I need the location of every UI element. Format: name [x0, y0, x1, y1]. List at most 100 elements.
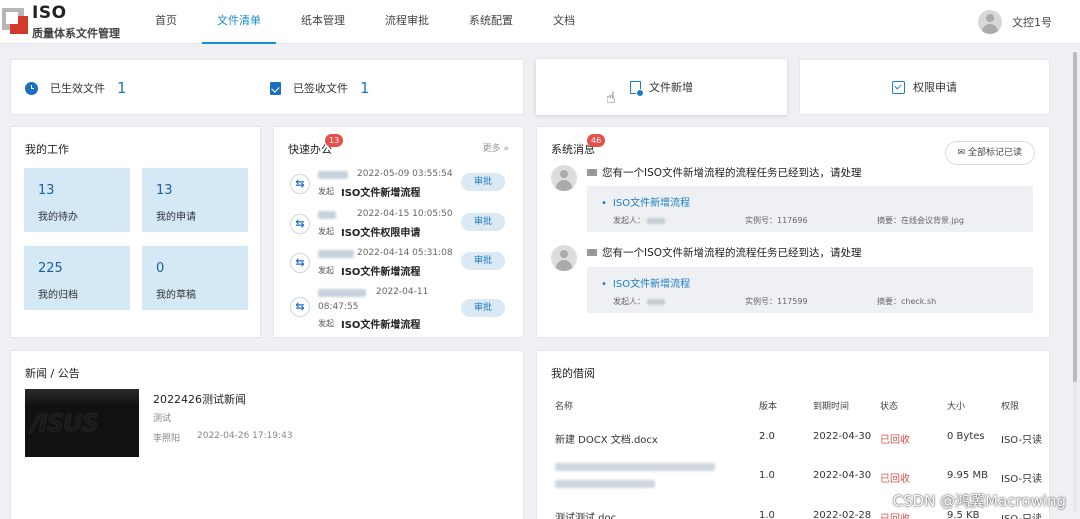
my-work-panel: 我的工作 13 我的待办 13 我的申请 225 我的归档 0 我的草稿	[10, 126, 261, 338]
file-add-label: 文件新增	[649, 81, 693, 94]
iso-logo-icon	[2, 4, 30, 36]
message-title-text: 您有一个ISO文件新增流程的流程任务已经到达，请处理	[602, 167, 862, 179]
news-thumbnail-logo: /ISUS	[31, 409, 99, 437]
row-status: 已回收	[880, 510, 910, 519]
approve-button[interactable]: 审批	[461, 299, 505, 317]
initiator-label: 发起人：	[613, 216, 645, 225]
message-title: 您有一个ISO文件新增流程的流程任务已经到达，请处理	[587, 165, 862, 180]
news-headline[interactable]: 2022426测试新闻	[153, 391, 246, 407]
quick-item-tag: 发起	[318, 227, 334, 236]
nav-home[interactable]: 首页	[140, 0, 192, 44]
system-messages-badge: 46	[587, 134, 606, 147]
message-link[interactable]: ISO文件新增流程	[601, 275, 690, 290]
scrollbar-thumb[interactable]	[1073, 52, 1077, 382]
swap-icon: ⇆	[290, 253, 310, 273]
news-thumbnail[interactable]: /ISUS	[25, 389, 139, 457]
tile-applications-label: 我的申请	[156, 212, 196, 223]
borrow-title: 我的借阅	[551, 367, 595, 380]
tile-drafts[interactable]: 0 我的草稿	[142, 246, 248, 310]
nav-system-config[interactable]: 系统配置	[454, 0, 528, 44]
row-name[interactable]: 测试测试.doc	[555, 509, 616, 519]
stat-signed[interactable]: 已签收文件 1	[270, 79, 370, 97]
signed-check-icon	[270, 81, 281, 95]
system-messages-panel: 系统消息 46 ✉ 全部标记已读 您有一个ISO文件新增流程的流程任务已经到达，…	[536, 126, 1050, 338]
message-link[interactable]: ISO文件新增流程	[601, 194, 690, 209]
stat-effective-count: 1	[117, 79, 127, 97]
message-body: ISO文件新增流程 发起人： 实例号：117599 摘要：check.sh	[587, 267, 1033, 313]
row-name-blurred	[555, 480, 655, 488]
nav-process-approval[interactable]: 流程审批	[370, 0, 444, 44]
file-add-icon	[630, 80, 644, 97]
stat-signed-count: 1	[360, 79, 370, 97]
quick-item-time: 2022-04-11	[376, 287, 429, 297]
approve-button[interactable]: 审批	[461, 173, 505, 191]
row-permission: ISO-只读	[1001, 435, 1043, 446]
row-size: 9.95 MB	[947, 470, 988, 481]
permission-apply-button[interactable]: 权限申请	[799, 59, 1050, 115]
tile-applications-count: 13	[156, 183, 173, 198]
message-title: 您有一个ISO文件新增流程的流程任务已经到达，请处理	[587, 245, 862, 260]
tile-todo[interactable]: 13 我的待办	[24, 168, 130, 232]
tile-applications[interactable]: 13 我的申请	[142, 168, 248, 232]
quick-item-name: ISO文件权限申请	[341, 228, 421, 239]
mark-all-read-label: 全部标记已读	[967, 148, 1022, 158]
top-header: ISO 质量体系文件管理 首页 文件清单 纸本管理 流程审批 系统配置 文档 文…	[0, 0, 1080, 44]
initiator-blurred	[318, 250, 354, 258]
col-size: 大小	[947, 402, 966, 412]
row-size: 9.5 KB	[947, 510, 980, 519]
quick-item-tag: 发起	[318, 266, 334, 275]
user-name: 文控1号	[1012, 16, 1052, 29]
quick-item-tag: 发起	[318, 319, 334, 328]
swap-icon: ⇆	[290, 297, 310, 317]
mark-all-read-button[interactable]: ✉ 全部标记已读	[944, 141, 1035, 165]
user-menu[interactable]: 文控1号	[978, 9, 1052, 35]
hand-cursor-icon: ☝	[606, 88, 616, 107]
news-panel: 新闻 / 公告 /ISUS 2022426测试新闻 测试 李照阳 2022-04…	[10, 350, 524, 519]
quick-item-tag: 发起	[318, 187, 334, 196]
tile-archive[interactable]: 225 我的归档	[24, 246, 130, 310]
row-due: 2022-04-30	[813, 431, 872, 442]
permission-apply-label: 权限申请	[913, 81, 957, 94]
row-name-blurred	[555, 463, 715, 471]
nav-documents[interactable]: 文档	[538, 0, 590, 44]
file-add-button[interactable]: 文件新增	[536, 59, 787, 115]
quick-item-time: 2022-05-09 03:55:54	[357, 169, 453, 179]
row-version: 1.0	[759, 510, 775, 519]
message-initiator: 发起人：	[613, 215, 665, 226]
main-nav: 首页 文件清单 纸本管理 流程审批 系统配置 文档	[140, 0, 600, 44]
quick-item-time-2: 08:47:55	[318, 302, 359, 312]
more-link[interactable]: 更多 »	[483, 141, 509, 154]
initiator-blurred	[318, 211, 336, 219]
quick-item-name: ISO文件新增流程	[341, 320, 421, 331]
approve-button[interactable]: 审批	[461, 213, 505, 231]
message-instance: 实例号：117599	[745, 297, 808, 306]
more-label: 更多	[482, 144, 501, 154]
quick-item-name: ISO文件新增流程	[341, 267, 421, 278]
message-instance: 实例号：117696	[745, 216, 808, 225]
row-due: 2022-04-30	[813, 470, 872, 481]
news-time: 2022-04-26 17:19:43	[197, 431, 293, 441]
row-permission: ISO-只读	[1001, 474, 1043, 485]
col-due: 到期时间	[813, 402, 850, 412]
user-avatar-icon	[978, 10, 1002, 34]
row-name[interactable]: 新建 DOCX 文档.docx	[555, 431, 658, 446]
col-permission: 权限	[1001, 402, 1020, 412]
quick-item-time: 2022-04-15 10:05:50	[357, 209, 453, 219]
my-work-title: 我的工作	[25, 143, 69, 156]
approve-button[interactable]: 审批	[461, 252, 505, 270]
row-due: 2022-02-28	[813, 510, 872, 519]
message-title-text: 您有一个ISO文件新增流程的流程任务已经到达，请处理	[602, 247, 862, 259]
row-size: 0 Bytes	[947, 431, 985, 442]
col-name: 名称	[555, 402, 574, 412]
nav-file-list[interactable]: 文件清单	[202, 0, 276, 44]
stat-effective[interactable]: 已生效文件 1	[25, 79, 127, 97]
envelope-icon	[587, 249, 597, 256]
brand-subtitle: 质量体系文件管理	[32, 27, 120, 40]
page-scrollbar[interactable]	[1073, 52, 1077, 512]
tile-archive-label: 我的归档	[38, 290, 78, 301]
message-summary: 摘要：在线会议背景.jpg	[877, 216, 964, 225]
brand-title: ISO	[32, 3, 67, 23]
nav-paper-management[interactable]: 纸本管理	[286, 0, 360, 44]
quick-office-panel: 快速办公 13 更多 » ⇆ 2022-05-09 03:55:54 发起 IS…	[273, 126, 524, 338]
envelope-icon	[587, 169, 597, 176]
